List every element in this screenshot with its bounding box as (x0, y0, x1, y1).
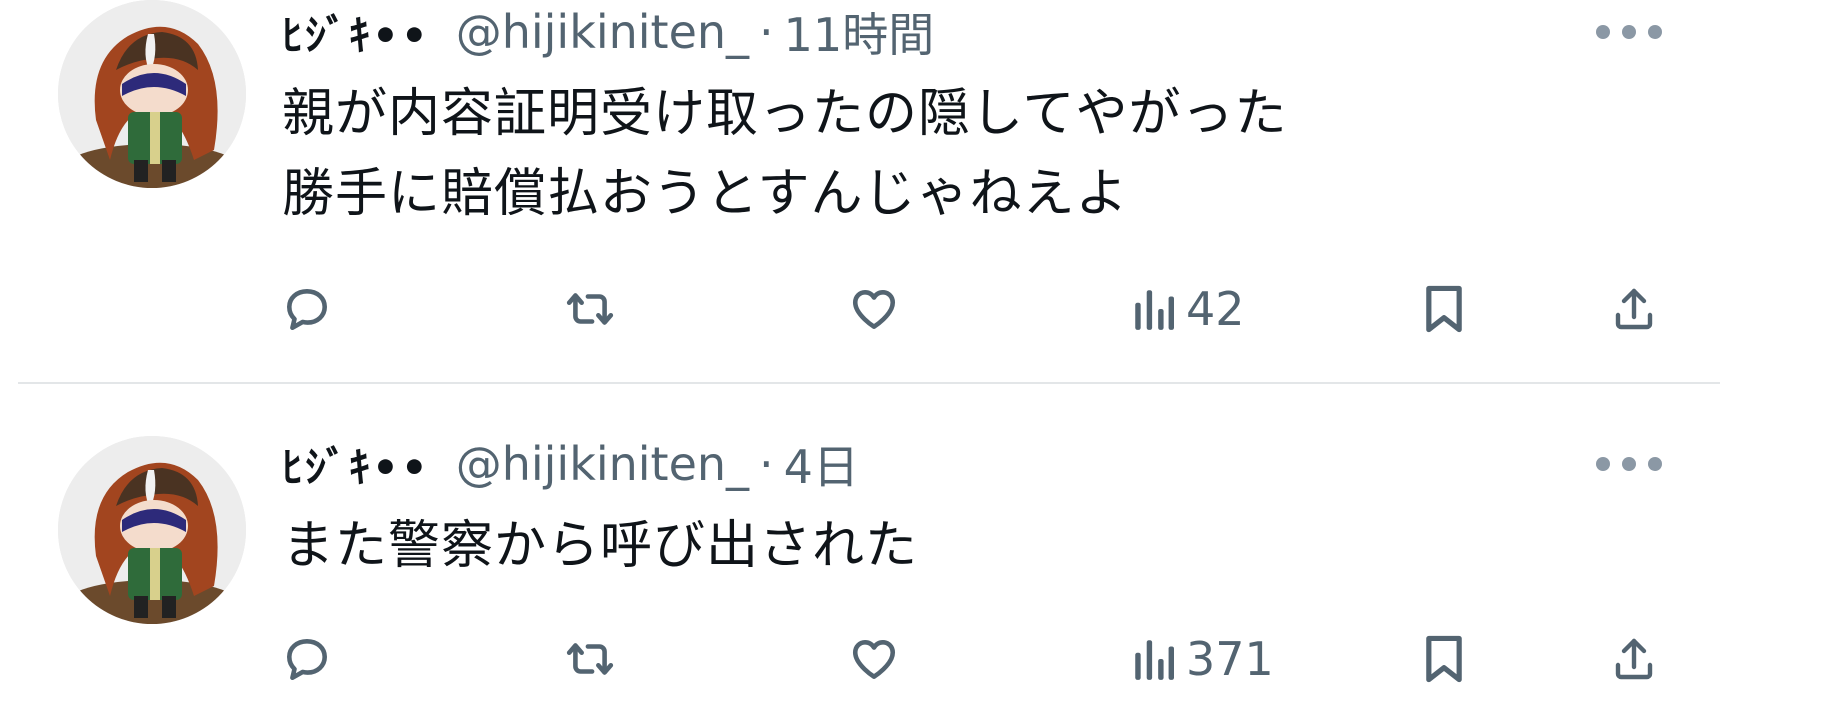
user-handle[interactable]: @hijikiniten_ (456, 437, 749, 491)
tweet-divider (18, 382, 1720, 384)
share-icon (1615, 638, 1653, 680)
separator-dot: · (759, 437, 774, 491)
analytics-icon (1135, 290, 1174, 330)
bookmark-icon (1426, 285, 1462, 333)
tweet[interactable]: ﾋｼﾞｷ•• @hijikiniten_ · 11時間 親が内容証明受け取ったの… (0, 0, 1720, 382)
retweet-icon (566, 293, 614, 325)
like-button[interactable] (848, 624, 900, 694)
retweet-button[interactable] (562, 624, 618, 694)
action-bar: 42 (282, 274, 1682, 344)
reply-button[interactable] (282, 274, 332, 344)
timestamp[interactable]: 11時間 (784, 0, 935, 65)
more-horizontal-icon[interactable] (1596, 12, 1662, 52)
tweet[interactable]: ﾋｼﾞｷ•• @hijikiniten_ · 4日 また警察から呼び出された 3… (0, 432, 1720, 703)
action-bar: 371 (282, 624, 1682, 694)
tweet-text-line: 親が内容証明受け取ったの隠してやがった (282, 84, 1288, 144)
avatar[interactable] (58, 0, 246, 188)
user-handle[interactable]: @hijikiniten_ (456, 5, 749, 59)
reply-icon (287, 289, 327, 331)
avatar[interactable] (58, 436, 246, 624)
bookmark-icon (1426, 635, 1462, 683)
share-button[interactable] (1610, 624, 1658, 694)
display-name[interactable]: ﾋｼﾞｷ•• (282, 434, 430, 495)
separator-dot: · (759, 5, 774, 59)
views-button[interactable]: 42 (1132, 274, 1245, 344)
tweet-text: 親が内容証明受け取ったの隠してやがった 勝手に賠償払おうとすんじゃねえよ (282, 74, 1287, 234)
display-name[interactable]: ﾋｼﾞｷ•• (282, 2, 430, 63)
bookmark-button[interactable] (1422, 274, 1466, 344)
analytics-icon (1135, 640, 1174, 680)
tweet-text: また警察から呼び出された (282, 506, 918, 586)
tweet-header: ﾋｼﾞｷ•• @hijikiniten_ · 11時間 (282, 0, 934, 64)
retweet-button[interactable] (562, 274, 618, 344)
heart-icon (852, 640, 896, 679)
views-count: 371 (1186, 632, 1274, 686)
views-count: 42 (1186, 282, 1245, 336)
like-button[interactable] (848, 274, 900, 344)
timestamp[interactable]: 4日 (784, 431, 859, 497)
reply-button[interactable] (282, 624, 332, 694)
more-horizontal-icon[interactable] (1596, 444, 1662, 484)
share-icon (1615, 288, 1653, 330)
views-button[interactable]: 371 (1132, 624, 1274, 694)
reply-icon (287, 639, 327, 681)
tweet-header: ﾋｼﾞｷ•• @hijikiniten_ · 4日 (282, 432, 859, 496)
tweet-text-line: また警察から呼び出された (282, 516, 919, 576)
heart-icon (852, 290, 896, 329)
share-button[interactable] (1610, 274, 1658, 344)
retweet-icon (566, 643, 614, 675)
tweet-text-line: 勝手に賠償払おうとすんじゃねえよ (282, 164, 1129, 224)
bookmark-button[interactable] (1422, 624, 1466, 694)
